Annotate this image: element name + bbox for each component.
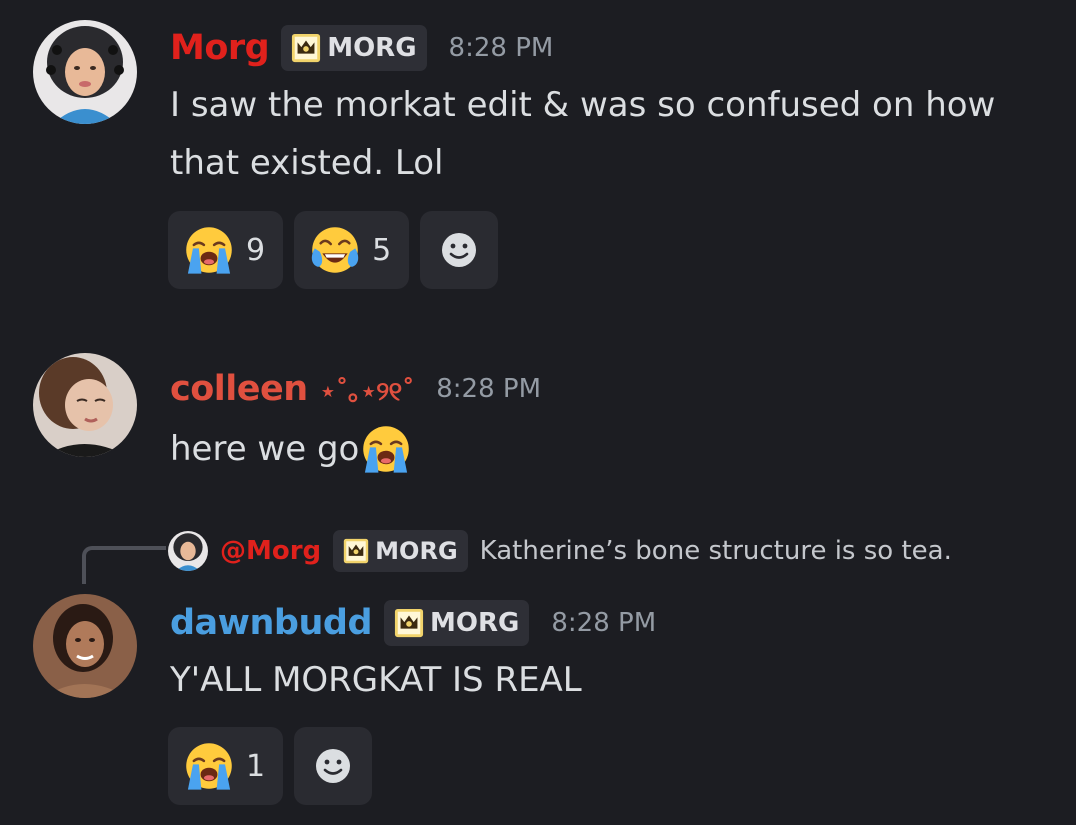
reaction-count: 9	[246, 232, 266, 268]
add-reaction-button[interactable]	[294, 727, 373, 805]
tears-of-joy-face-icon	[308, 223, 362, 277]
avatar-colleen[interactable]	[33, 353, 137, 457]
reply-mention[interactable]: @Morg	[220, 536, 321, 566]
server-tag[interactable]: MORG	[333, 530, 468, 572]
server-tag-label: MORG	[327, 33, 417, 63]
username[interactable]: colleen	[170, 369, 308, 409]
timestamp[interactable]: 8:28 PM	[436, 374, 541, 404]
reactions-bar: 9 5	[168, 211, 499, 289]
loudly-crying-face-icon	[182, 223, 236, 277]
message-content: Y'ALL MORGKAT IS REAL	[170, 651, 582, 709]
username-decoration: ⋆˚｡⋆୨୧˚	[319, 376, 415, 407]
server-tag-label: MORG	[430, 608, 520, 638]
loudly-crying-face-icon	[182, 739, 236, 793]
reply-text: Katherine’s bone structure is so tea.	[479, 536, 952, 566]
reaction-tears-of-joy[interactable]: 5	[294, 211, 410, 289]
message-line: here we go	[170, 429, 360, 469]
avatar-morg[interactable]	[33, 20, 137, 124]
message-line: that existed. Lol	[170, 143, 444, 183]
server-tag[interactable]: MORG	[281, 25, 427, 71]
reply-avatar	[168, 531, 208, 571]
add-reaction-smiley-icon	[313, 746, 353, 786]
reaction-count: 1	[246, 748, 266, 784]
avatar-dawnbudd[interactable]	[33, 594, 137, 698]
crown-icon	[343, 538, 369, 564]
crown-icon	[394, 608, 424, 638]
loudly-crying-face-icon	[359, 422, 413, 476]
username[interactable]: Morg	[170, 28, 270, 68]
server-tag[interactable]: MORG	[384, 600, 530, 646]
reply-preview[interactable]: @Morg MORG Katherine’s bone structure is…	[168, 530, 952, 572]
reaction-loudly-crying[interactable]: 1	[168, 727, 284, 805]
add-reaction-button[interactable]	[420, 211, 499, 289]
server-tag-label: MORG	[375, 537, 458, 565]
message-content: here we go	[170, 420, 413, 478]
add-reaction-smiley-icon	[439, 230, 479, 270]
username[interactable]: dawnbudd	[170, 603, 373, 643]
reactions-bar: 1	[168, 727, 373, 805]
message-line: I saw the morkat edit & was so confused …	[170, 85, 996, 125]
reaction-count: 5	[372, 232, 392, 268]
message-content: I saw the morkat edit & was so confused …	[170, 76, 995, 192]
crown-icon	[291, 33, 321, 63]
timestamp[interactable]: 8:28 PM	[449, 33, 554, 63]
timestamp[interactable]: 8:28 PM	[551, 608, 656, 638]
message-line: Y'ALL MORGKAT IS REAL	[170, 660, 582, 700]
reply-connector	[82, 546, 166, 584]
reaction-loudly-crying[interactable]: 9	[168, 211, 284, 289]
